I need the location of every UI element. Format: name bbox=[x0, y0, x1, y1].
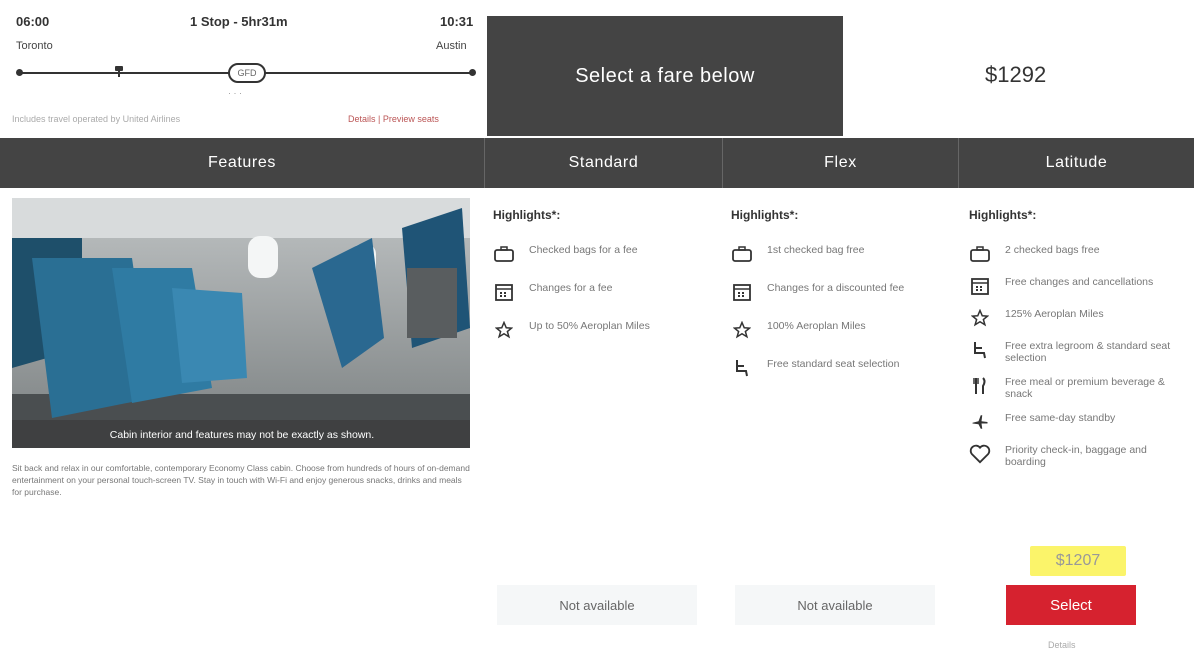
standard-item-changes: Changes for a fee bbox=[493, 282, 713, 302]
layover-duration: · · · bbox=[228, 88, 242, 98]
flight-summary: 06:00 1 Stop - 5hr31m 10:31 Toronto Aust… bbox=[0, 0, 484, 136]
flex-highlights-title: Highlights*: bbox=[731, 208, 799, 222]
cabin-illustration: Cabin interior and features may not be e… bbox=[12, 198, 470, 448]
latitude-item-meal: Free meal or premium beverage & snack bbox=[969, 376, 1189, 400]
seat-icon bbox=[731, 358, 753, 378]
flex-item-miles: 100% Aeroplan Miles bbox=[731, 320, 951, 340]
image-caption: Cabin interior and features may not be e… bbox=[110, 429, 374, 441]
destination-city: Austin bbox=[436, 40, 467, 52]
departure-time: 06:00 bbox=[16, 14, 50, 29]
latitude-item-standby: Free same-day standby bbox=[969, 412, 1189, 432]
features-column-header: Features bbox=[208, 154, 276, 171]
cabin-description: Sit back and relax in our comfortable, c… bbox=[12, 463, 470, 497]
details-preview-seats-link[interactable]: Details | Preview seats bbox=[348, 114, 439, 124]
flex-highlights: Highlights*: 1st checked bag free Change… bbox=[731, 208, 951, 396]
standard-highlights-title: Highlights*: bbox=[493, 208, 561, 222]
select-fare-banner: Select a fare below bbox=[487, 16, 843, 136]
flex-item-text: 1st checked bag free bbox=[767, 244, 865, 256]
origin-city: Toronto bbox=[16, 40, 53, 52]
connection-pin-icon bbox=[115, 66, 123, 77]
plane-icon bbox=[969, 412, 991, 432]
origin-dot bbox=[16, 69, 23, 76]
standard-not-available: Not available bbox=[497, 585, 697, 625]
heart-icon bbox=[969, 444, 991, 464]
latitude-item-seat: Free extra legroom & standard seat selec… bbox=[969, 340, 1189, 364]
flex-item-text: Changes for a discounted fee bbox=[767, 282, 905, 294]
star-icon bbox=[493, 320, 515, 340]
latitude-item-text: Priority check-in, baggage and boarding bbox=[1005, 444, 1147, 468]
latitude-details-link[interactable]: Details bbox=[1048, 640, 1076, 650]
latitude-column-header: Latitude bbox=[958, 138, 1194, 188]
destination-dot bbox=[469, 69, 476, 76]
latitude-highlights: Highlights*: 2 checked bags free Free ch… bbox=[969, 208, 1189, 480]
cabin-image: Cabin interior and features may not be e… bbox=[12, 198, 470, 448]
standard-item-text: Checked bags for a fee bbox=[529, 244, 638, 256]
flex-item-text: Free standard seat selection bbox=[767, 358, 900, 370]
lowest-price: $1292 bbox=[985, 62, 1047, 87]
standard-item-text: Changes for a fee bbox=[529, 282, 613, 294]
seat-icon bbox=[969, 340, 991, 360]
latitude-item-text: 125% Aeroplan Miles bbox=[1005, 308, 1104, 320]
standard-item-text: Up to 50% Aeroplan Miles bbox=[529, 320, 650, 332]
flex-item-bags: 1st checked bag free bbox=[731, 244, 951, 264]
arrival-time: 10:31 bbox=[440, 14, 474, 29]
latitude-item-text: Free meal or premium beverage & snack bbox=[1005, 376, 1165, 400]
stops-duration: 1 Stop - 5hr31m bbox=[190, 14, 288, 29]
standard-column-header: Standard bbox=[484, 138, 722, 188]
standard-item-bags: Checked bags for a fee bbox=[493, 244, 713, 264]
star-icon bbox=[969, 308, 991, 328]
latitude-item-text: Free changes and cancellations bbox=[1005, 276, 1154, 288]
flex-not-available: Not available bbox=[735, 585, 935, 625]
calendar-icon bbox=[731, 282, 753, 302]
flex-item-changes: Changes for a discounted fee bbox=[731, 282, 951, 302]
latitude-item-text: 2 checked bags free bbox=[1005, 244, 1100, 256]
flex-item-seat: Free standard seat selection bbox=[731, 358, 951, 378]
stop-airport-badge[interactable]: GFD bbox=[228, 63, 266, 83]
latitude-item-miles: 125% Aeroplan Miles bbox=[969, 308, 1189, 328]
latitude-highlights-title: Highlights*: bbox=[969, 208, 1037, 222]
calendar-icon bbox=[969, 276, 991, 296]
latitude-item-text: Free same-day standby bbox=[1005, 412, 1116, 424]
luggage-icon bbox=[969, 244, 991, 264]
latitude-select-button[interactable]: Select bbox=[1006, 585, 1136, 625]
meal-icon bbox=[969, 376, 991, 396]
latitude-item-text: Free extra legroom & standard seat selec… bbox=[1005, 340, 1171, 364]
operator-note: Includes travel operated by United Airli… bbox=[12, 114, 181, 124]
star-icon bbox=[731, 320, 753, 340]
calendar-icon bbox=[493, 282, 515, 302]
luggage-icon bbox=[493, 244, 515, 264]
luggage-icon bbox=[731, 244, 753, 264]
flex-item-text: 100% Aeroplan Miles bbox=[767, 320, 866, 332]
flex-column-header: Flex bbox=[722, 138, 958, 188]
latitude-price: $1207 bbox=[1030, 546, 1126, 576]
latitude-item-bags: 2 checked bags free bbox=[969, 244, 1189, 264]
latitude-item-changes: Free changes and cancellations bbox=[969, 276, 1189, 296]
standard-highlights: Highlights*: Checked bags for a fee Chan… bbox=[493, 208, 713, 358]
standard-item-miles: Up to 50% Aeroplan Miles bbox=[493, 320, 713, 340]
latitude-item-priority: Priority check-in, baggage and boarding bbox=[969, 444, 1189, 468]
